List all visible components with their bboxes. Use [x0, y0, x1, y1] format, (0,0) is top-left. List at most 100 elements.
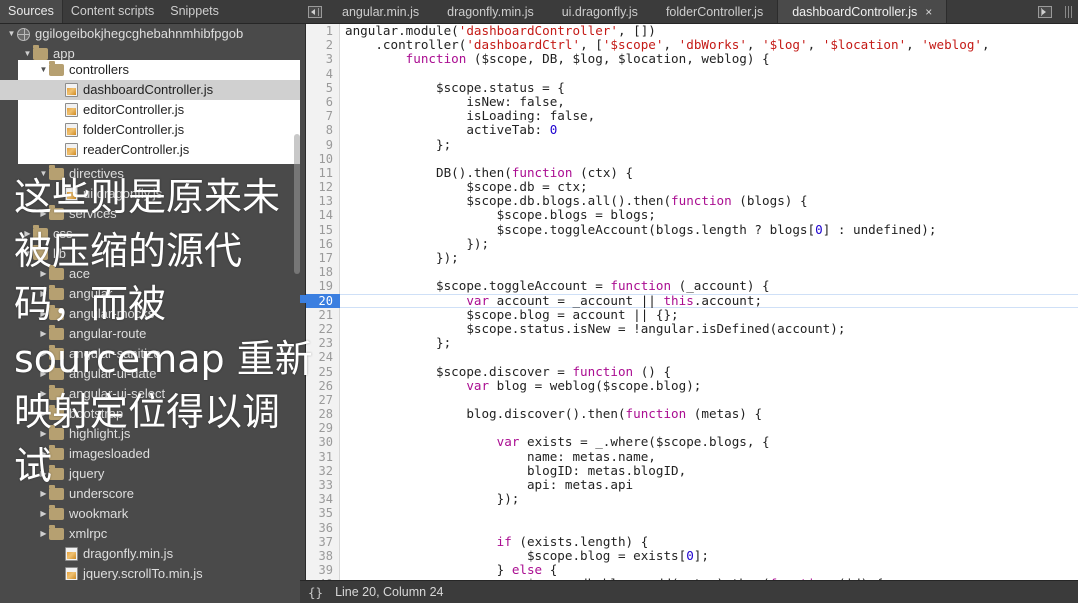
code-line-text[interactable]: $scope.blog = exists[0]; [340, 549, 1078, 563]
line-number[interactable]: 5 [306, 80, 340, 95]
tree-row-bootstrap[interactable]: ▶ bootstrap [0, 404, 300, 424]
line-number[interactable]: 28 [306, 407, 340, 422]
code-line-text[interactable]: $scope.discover = function () { [340, 365, 1078, 379]
line-number[interactable]: 4 [306, 66, 340, 81]
line-number[interactable]: 20 [306, 293, 340, 308]
code-line-text[interactable]: $scope.status.isNew = !angular.isDefined… [340, 322, 1078, 336]
line-number[interactable]: 26 [306, 378, 340, 393]
line-number[interactable]: 7 [306, 109, 340, 124]
tree-row-wookmark[interactable]: ▶ wookmark [0, 504, 300, 524]
tree-row-ui.dragonfly.js[interactable]: ui.dragonfly.js [0, 184, 300, 204]
chevron-down-icon[interactable]: ▼ [22, 244, 33, 264]
chevron-right-icon[interactable]: ▶ [38, 464, 49, 484]
code-line[interactable]: 37 if (exists.length) { [306, 534, 1078, 549]
code-line-text[interactable]: }); [340, 237, 1078, 251]
code-line-text[interactable]: var exists = _.where($scope.blogs, { [340, 435, 1078, 449]
line-number[interactable]: 8 [306, 123, 340, 138]
code-line[interactable]: 5 $scope.status = { [306, 80, 1078, 95]
tree-row-dragonfly.min.js[interactable]: dragonfly.min.js [0, 544, 300, 564]
editor-tab-ui.dragonfly.js[interactable]: ui.dragonfly.js [548, 0, 652, 23]
editor-tab-dashboardController.js[interactable]: dashboardController.js × [777, 0, 948, 23]
code-line[interactable]: 27 [306, 392, 1078, 408]
code-line-text[interactable]: activeTab: 0 [340, 123, 1078, 137]
code-line-text[interactable]: .controller('dashboardCtrl', ['$scope', … [340, 38, 1078, 52]
line-number[interactable]: 12 [306, 180, 340, 195]
code-line-text[interactable] [340, 521, 1078, 535]
code-line-text[interactable]: $scope.status = { [340, 81, 1078, 95]
code-line[interactable]: 14 $scope.blogs = blogs; [306, 208, 1078, 223]
chevron-right-icon[interactable]: ▶ [38, 444, 49, 464]
code-line[interactable]: 39 } else { [306, 563, 1078, 578]
line-number[interactable]: 9 [306, 137, 340, 152]
tree-row-editorController.js[interactable]: editorController.js [0, 100, 300, 120]
code-line-text[interactable]: $scope.blog = account || {}; [340, 308, 1078, 322]
line-number[interactable]: 37 [306, 534, 340, 549]
code-line[interactable]: 15 $scope.toggleAccount(blogs.length ? b… [306, 222, 1078, 237]
code-line-text[interactable]: $scope.db.blogs.all().then(function (blo… [340, 194, 1078, 208]
line-number[interactable]: 2 [306, 38, 340, 53]
tree-row-highlight.js[interactable]: ▶ highlight.js [0, 424, 300, 444]
code-line[interactable]: 32 blogID: metas.blogID, [306, 463, 1078, 478]
tree-row-readerController.js[interactable]: readerController.js [0, 140, 300, 160]
code-line[interactable]: 12 $scope.db = ctx; [306, 180, 1078, 195]
code-line[interactable]: 19 $scope.toggleAccount = function (_acc… [306, 279, 1078, 294]
chevron-right-icon[interactable]: ▶ [38, 204, 49, 224]
tree-row-underscore[interactable]: ▶ underscore [0, 484, 300, 504]
chevron-right-icon[interactable]: ▶ [38, 304, 49, 324]
tree-row-angular-ui-date[interactable]: ▶ angular-ui-date [0, 364, 300, 384]
code-line[interactable]: 38 $scope.blog = exists[0]; [306, 548, 1078, 564]
sidebar-scrollbar[interactable] [294, 24, 300, 603]
code-line-text[interactable]: api: metas.api [340, 478, 1078, 492]
code-line[interactable]: 2 .controller('dashboardCtrl', ['$scope'… [306, 38, 1078, 53]
code-line-text[interactable]: angular.module('dashboardController', []… [340, 24, 1078, 38]
code-line[interactable]: 22 $scope.status.isNew = !angular.isDefi… [306, 321, 1078, 337]
code-line[interactable]: 36 [306, 520, 1078, 535]
line-number[interactable]: 16 [306, 236, 340, 251]
chevron-down-icon[interactable]: ▼ [6, 24, 17, 44]
chevron-right-icon[interactable]: ▶ [38, 264, 49, 284]
tab-list-icon[interactable] [1058, 0, 1078, 23]
close-icon[interactable]: × [925, 5, 932, 19]
chevron-right-icon[interactable]: ▶ [38, 364, 49, 384]
tree-row-angular-sanitize[interactable]: ▶ angular-sanitize [0, 344, 300, 364]
code-line-text[interactable]: $scope.toggleAccount = function (_accoun… [340, 279, 1078, 293]
line-number[interactable]: 1 [306, 24, 340, 39]
line-number[interactable]: 36 [306, 520, 340, 535]
tree-row-css[interactable]: ▶ css [0, 224, 300, 244]
code-line-text[interactable] [340, 67, 1078, 81]
chevron-right-icon[interactable]: ▶ [38, 344, 49, 364]
code-line-text[interactable]: isNew: false, [340, 95, 1078, 109]
tree-row-ggilogeibokjhegcghebahnmhibfpgob[interactable]: ▼ ggilogeibokjhegcghebahnmhibfpgob [0, 24, 300, 44]
code-line[interactable]: 20 var account = _account || this.accoun… [306, 293, 1078, 308]
code-line[interactable]: 30 var exists = _.where($scope.blogs, { [306, 435, 1078, 450]
code-line[interactable]: 16 }); [306, 236, 1078, 251]
line-number[interactable]: 39 [306, 563, 340, 578]
chevron-right-icon[interactable]: ▶ [38, 324, 49, 344]
line-number[interactable]: 27 [306, 392, 340, 408]
code-line-text[interactable]: blog.discover().then(function (metas) { [340, 407, 1078, 421]
chevron-right-icon[interactable]: ▶ [38, 424, 49, 444]
tree-row-services[interactable]: ▶ services [0, 204, 300, 224]
code-line[interactable]: 33 api: metas.api [306, 478, 1078, 493]
code-line-text[interactable]: if (exists.length) { [340, 535, 1078, 549]
line-number[interactable]: 19 [306, 279, 340, 294]
code-line-text[interactable] [340, 421, 1078, 435]
editor-tab-folderController.js[interactable]: folderController.js [652, 0, 777, 23]
code-line-text[interactable]: } else { [340, 563, 1078, 577]
code-line[interactable]: 1 angular.module('dashboardController', [… [306, 24, 1078, 39]
panel-tab-snippets[interactable]: Snippets [162, 0, 227, 23]
line-number[interactable]: 6 [306, 94, 340, 110]
code-line-text[interactable]: }); [340, 492, 1078, 506]
line-number[interactable]: 21 [306, 307, 340, 322]
tree-row-xmlrpc[interactable]: ▶ xmlrpc [0, 524, 300, 544]
code-line-text[interactable]: }; [340, 138, 1078, 152]
code-line-text[interactable]: }; [340, 336, 1078, 350]
line-number[interactable]: 23 [306, 336, 340, 351]
code-line-text[interactable]: var blog = weblog($scope.blog); [340, 379, 1078, 393]
line-number[interactable]: 18 [306, 265, 340, 280]
tree-row-angular[interactable]: ▶ angular [0, 284, 300, 304]
line-number[interactable]: 31 [306, 449, 340, 464]
code-line[interactable]: 11 DB().then(function (ctx) { [306, 165, 1078, 181]
tree-row-imagesloaded[interactable]: ▶ imagesloaded [0, 444, 300, 464]
code-line[interactable]: 17 }); [306, 251, 1078, 266]
